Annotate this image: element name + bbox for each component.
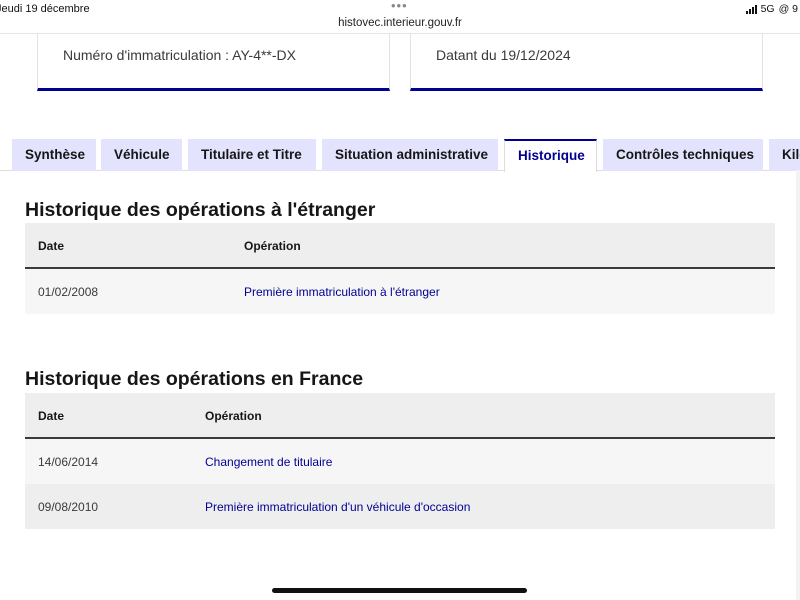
registration-number: Numéro d'immatriculation : AY-4**-DX [63, 47, 296, 63]
home-indicator[interactable] [272, 588, 527, 593]
tab-historique[interactable]: Historique [504, 139, 597, 172]
table-row: 09/08/2010 Première immatriculation d'un… [25, 484, 775, 529]
ios-status-bar: Jeudi 19 décembre ••• histovec.interieur… [0, 0, 800, 34]
abroad-operations-table: Date Opération 01/02/2008 Première immat… [25, 223, 775, 314]
column-date: Date [38, 409, 65, 423]
signal-icon [745, 4, 757, 14]
multitask-dots-icon[interactable]: ••• [391, 0, 408, 13]
row-operation[interactable]: Première immatriculation d'un véhicule d… [205, 500, 470, 514]
table-header: Date Opération [25, 223, 775, 269]
tab-situation-administrative[interactable]: Situation administrative [322, 139, 498, 171]
status-indicators: 5G @ 9 [745, 3, 798, 15]
row-date: 01/02/2008 [38, 285, 99, 299]
table-header: Date Opération [25, 393, 775, 439]
registration-card: Numéro d'immatriculation : AY-4**-DX [37, 34, 390, 91]
row-date: 09/08/2010 [38, 500, 99, 514]
report-date: Datant du 19/12/2024 [436, 47, 571, 63]
tab-kilometrage[interactable]: Kilo [769, 139, 800, 171]
row-operation[interactable]: Première immatriculation à l'étranger [244, 285, 440, 299]
column-operation: Opération [205, 409, 262, 423]
tab-synthese[interactable]: Synthèse [12, 139, 96, 171]
column-operation: Opération [244, 239, 301, 253]
row-operation[interactable]: Changement de titulaire [205, 455, 332, 469]
abroad-section-title: Historique des opérations à l'étranger [25, 199, 376, 221]
status-date: Jeudi 19 décembre [0, 3, 90, 15]
status-extra: @ 9 [778, 3, 798, 15]
france-operations-table: Date Opération 14/06/2014 Changement de … [25, 393, 775, 529]
column-date: Date [38, 239, 65, 253]
table-row: 01/02/2008 Première immatriculation à l'… [25, 269, 775, 314]
scroll-edge [796, 170, 800, 600]
table-row: 14/06/2014 Changement de titulaire [25, 439, 775, 484]
network-label: 5G [760, 3, 775, 15]
france-section-title: Historique des opérations en France [25, 368, 364, 390]
report-date-card: Datant du 19/12/2024 [410, 34, 763, 91]
tab-vehicule[interactable]: Véhicule [101, 139, 182, 171]
tab-titulaire-titre[interactable]: Titulaire et Titre [188, 139, 316, 171]
row-date: 14/06/2014 [38, 455, 99, 469]
address-bar-url[interactable]: histovec.interieur.gouv.fr [0, 17, 800, 29]
tab-controles-techniques[interactable]: Contrôles techniques [603, 139, 763, 171]
